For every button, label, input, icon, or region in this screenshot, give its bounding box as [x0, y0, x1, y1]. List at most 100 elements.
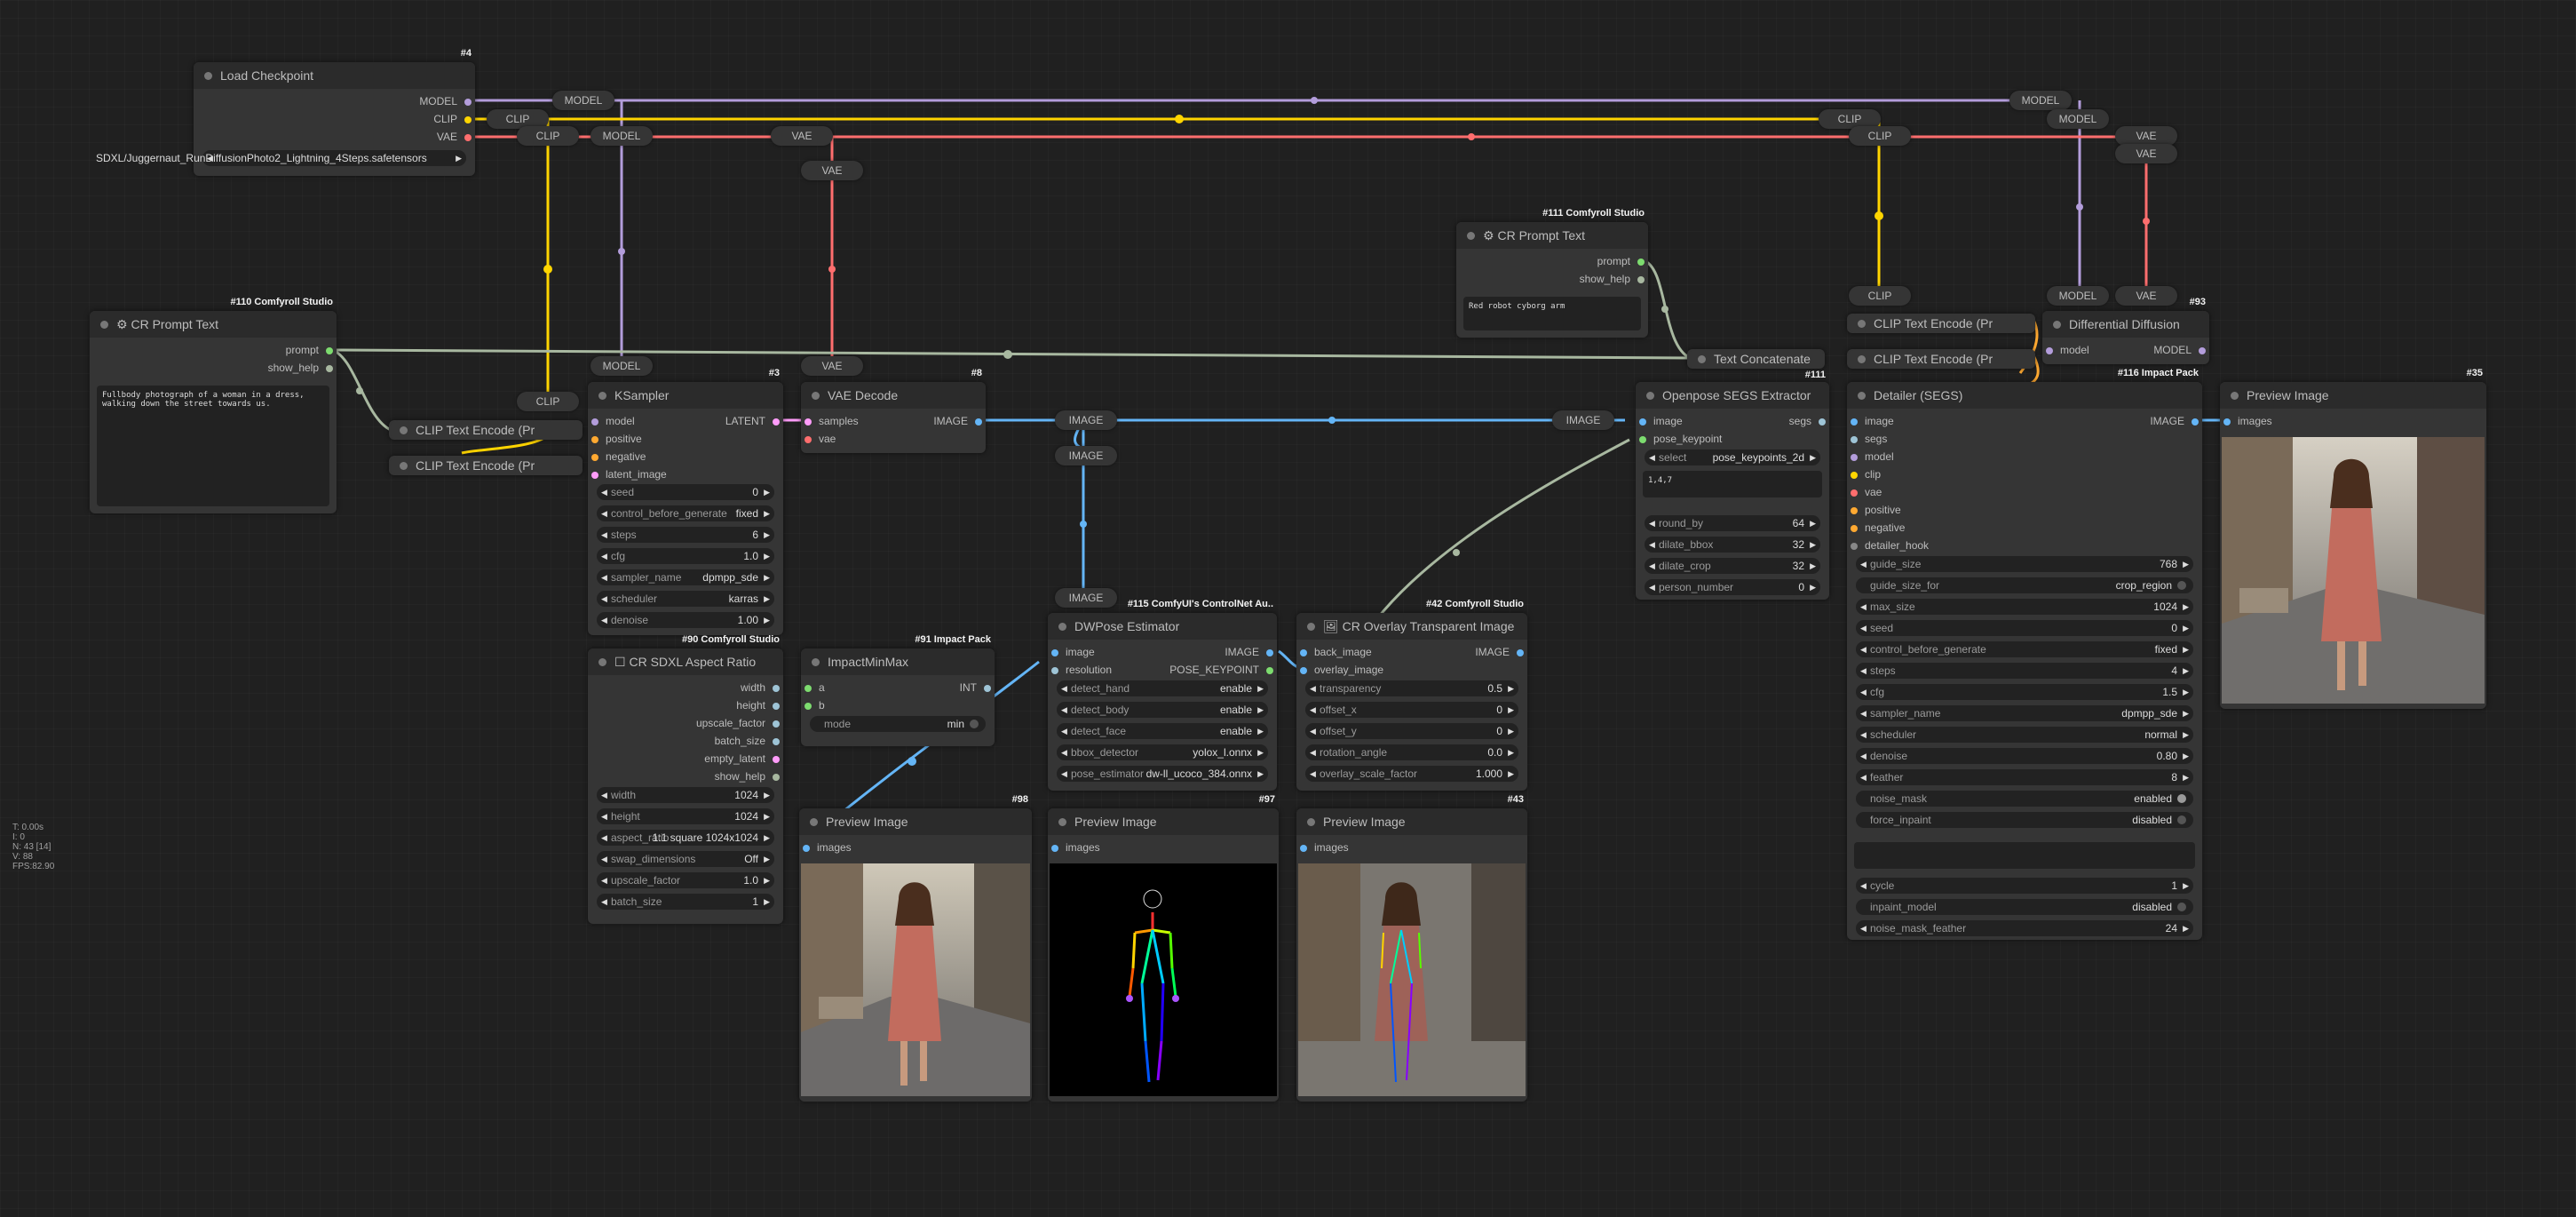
preview-image-node-35[interactable]: Preview Image #35 images — [2220, 368, 2486, 709]
input-positive-socket[interactable] — [591, 436, 598, 443]
denoise-widget[interactable]: ◀ denoise 0.80 ▶ — [1856, 748, 2193, 764]
output-image-socket[interactable] — [1517, 649, 1524, 656]
reroute-vae[interactable]: VAE — [801, 356, 863, 376]
ksampler-node[interactable]: KSampler #3 model positive negative late… — [588, 368, 783, 635]
input-pose-keypoint-socket[interactable] — [1639, 436, 1646, 443]
collapse-dot-icon[interactable] — [1858, 355, 1866, 363]
arrow-left-icon[interactable]: ◀ — [1860, 599, 1867, 615]
node-title[interactable]: Preview Image — [1048, 808, 1279, 835]
output-clip-socket[interactable] — [464, 116, 472, 123]
overlay-scale-factor-widget[interactable]: ◀ overlay_scale_factor 1.000 ▶ — [1305, 766, 1518, 782]
dwpose-estimator-node[interactable]: DWPose Estimator #115 ComfyUI's ControlN… — [1048, 599, 1277, 791]
input-vae-socket[interactable] — [805, 436, 812, 443]
collapse-dot-icon[interactable] — [100, 321, 108, 329]
detect-body-widget[interactable]: ◀ detect_body enable ▶ — [1057, 702, 1268, 718]
height-widget[interactable]: ◀ height 1024 ▶ — [597, 808, 774, 824]
cr-overlay-transparent-image-node[interactable]: 🖼 CR Overlay Transparent Image #42 Comfy… — [1296, 599, 1527, 791]
input-overlay-image-socket[interactable] — [1300, 667, 1307, 674]
detailer-segs-node[interactable]: Detailer (SEGS) #116 Impact Pack image s… — [1847, 368, 2202, 940]
arrow-right-icon[interactable]: ▶ — [2183, 663, 2189, 679]
node-title[interactable]: KSampler — [588, 382, 783, 409]
arrow-left-icon[interactable]: ◀ — [1860, 727, 1867, 743]
guide-size-for-widget[interactable]: guide_size_for crop_region — [1856, 577, 2193, 593]
output-upscale-factor-socket[interactable] — [773, 720, 780, 728]
seed-widget[interactable]: ◀ seed 0 ▶ — [597, 484, 774, 500]
cfg-widget[interactable]: ◀ cfg 1.5 ▶ — [1856, 684, 2193, 700]
collapse-dot-icon[interactable] — [400, 426, 408, 434]
scheduler-widget[interactable]: ◀ scheduler normal ▶ — [1856, 727, 2193, 743]
mode-widget[interactable]: mode min — [810, 716, 986, 732]
output-model-socket[interactable] — [464, 99, 472, 106]
arrow-right-icon[interactable]: ▶ — [1810, 579, 1816, 595]
arrow-right-icon[interactable]: ▶ — [1508, 723, 1514, 739]
prompt-textarea[interactable]: Red robot cyborg arm — [1463, 297, 1641, 330]
noise-mask-feather-widget[interactable]: ◀ noise_mask_feather 24 ▶ — [1856, 920, 2193, 936]
collapse-dot-icon[interactable] — [1058, 818, 1066, 826]
output-model-socket[interactable] — [2199, 347, 2206, 354]
collapse-dot-icon[interactable] — [1307, 818, 1315, 826]
arrow-left-icon[interactable]: ◀ — [1860, 878, 1867, 894]
aspect-ratio-widget[interactable]: ◀ aspect_ratio 1:1 square 1024x1024 ▶ — [597, 830, 774, 846]
guide-size-widget[interactable]: ◀ guide_size 768 ▶ — [1856, 556, 2193, 572]
output-pose-keypoint-socket[interactable] — [1266, 667, 1273, 674]
collapse-dot-icon[interactable] — [400, 462, 408, 470]
cr-sdxl-aspect-ratio-node[interactable]: ☐ CR SDXL Aspect Ratio #90 Comfyroll Stu… — [588, 634, 783, 924]
arrow-right-icon[interactable]: ▶ — [764, 484, 770, 500]
arrow-right-icon[interactable]: ▶ — [764, 808, 770, 824]
arrow-right-icon[interactable]: ▶ — [1508, 744, 1514, 760]
arrow-left-icon[interactable]: ◀ — [1310, 702, 1316, 718]
cycle-widget[interactable]: ◀ cycle 1 ▶ — [1856, 878, 2193, 894]
arrow-left-icon[interactable]: ◀ — [1649, 515, 1655, 531]
node-title[interactable]: Preview Image — [799, 808, 1032, 835]
reroute-model[interactable]: MODEL — [2009, 91, 2072, 110]
ckpt-name-widget[interactable]: ◀ SDXL/Juggernaut_RunDiffusionPhoto2_Lig… — [96, 150, 466, 166]
reroute-model[interactable]: MODEL — [552, 91, 614, 110]
arrow-right-icon[interactable]: ▶ — [764, 591, 770, 607]
offset-x-widget[interactable]: ◀ offset_x 0 ▶ — [1305, 702, 1518, 718]
rotation-angle-widget[interactable]: ◀ rotation_angle 0.0 ▶ — [1305, 744, 1518, 760]
arrow-right-icon[interactable]: ▶ — [764, 505, 770, 521]
arrow-right-icon[interactable]: ▶ — [764, 830, 770, 846]
arrow-right-icon[interactable]: ▶ — [1257, 680, 1264, 696]
collapse-dot-icon[interactable] — [1698, 355, 1706, 363]
input-image-socket[interactable] — [1051, 649, 1058, 656]
differential-diffusion-node[interactable]: Differential Diffusion #93 model MODEL — [2042, 297, 2209, 364]
collapse-dot-icon[interactable] — [810, 818, 818, 826]
input-positive-socket[interactable] — [1851, 507, 1858, 514]
node-title[interactable]: ☐ CR SDXL Aspect Ratio — [588, 648, 783, 675]
sampler-name-widget[interactable]: ◀ sampler_name dpmpp_sde ▶ — [1856, 705, 2193, 721]
arrow-left-icon[interactable]: ◀ — [1061, 744, 1067, 760]
preview-detailed-photo[interactable] — [2222, 437, 2485, 704]
impact-minmax-node[interactable]: ImpactMinMax #91 Impact Pack a b INT mod… — [801, 634, 995, 746]
arrow-left-icon[interactable]: ◀ — [1061, 702, 1067, 718]
arrow-right-icon[interactable]: ▶ — [2183, 556, 2189, 572]
input-image-socket[interactable] — [1851, 418, 1858, 426]
arrow-right-icon[interactable]: ▶ — [2183, 705, 2189, 721]
arrow-left-icon[interactable]: ◀ — [1649, 558, 1655, 574]
arrow-left-icon[interactable]: ◀ — [1860, 556, 1867, 572]
preview-image-node-43[interactable]: Preview Image #43 images — [1296, 794, 1527, 1102]
arrow-right-icon[interactable]: ▶ — [1257, 723, 1264, 739]
arrow-right-icon[interactable]: ▶ — [2183, 599, 2189, 615]
input-model-socket[interactable] — [2046, 347, 2053, 354]
arrow-left-icon[interactable]: ◀ — [601, 527, 607, 543]
input-negative-socket[interactable] — [591, 454, 598, 461]
node-title[interactable]: Text Concatenate — [1687, 349, 1825, 369]
arrow-left-icon[interactable]: ◀ — [1860, 920, 1867, 936]
arrow-left-icon[interactable]: ◀ — [601, 808, 607, 824]
arrow-left-icon[interactable]: ◀ — [1061, 680, 1067, 696]
node-title[interactable]: 🖼 CR Overlay Transparent Image — [1296, 613, 1527, 640]
arrow-left-icon[interactable]: ◀ — [601, 787, 607, 803]
output-show-help-socket[interactable] — [1637, 276, 1645, 283]
arrow-left-icon[interactable]: ◀ — [1860, 663, 1867, 679]
toggle-icon[interactable] — [970, 720, 979, 728]
reroute-clip[interactable]: CLIP — [517, 392, 579, 411]
collapse-dot-icon[interactable] — [1646, 392, 1654, 400]
node-title[interactable]: CLIP Text Encode (Pr — [389, 420, 583, 440]
force-inpaint-widget[interactable]: force_inpaint disabled — [1856, 812, 2193, 828]
arrow-right-icon[interactable]: ▶ — [1257, 744, 1264, 760]
arrow-left-icon[interactable]: ◀ — [1649, 579, 1655, 595]
node-title[interactable]: CLIP Text Encode (Pr — [1847, 314, 2035, 333]
reroute-image[interactable]: IMAGE — [1552, 410, 1614, 430]
collapse-dot-icon[interactable] — [2231, 392, 2239, 400]
